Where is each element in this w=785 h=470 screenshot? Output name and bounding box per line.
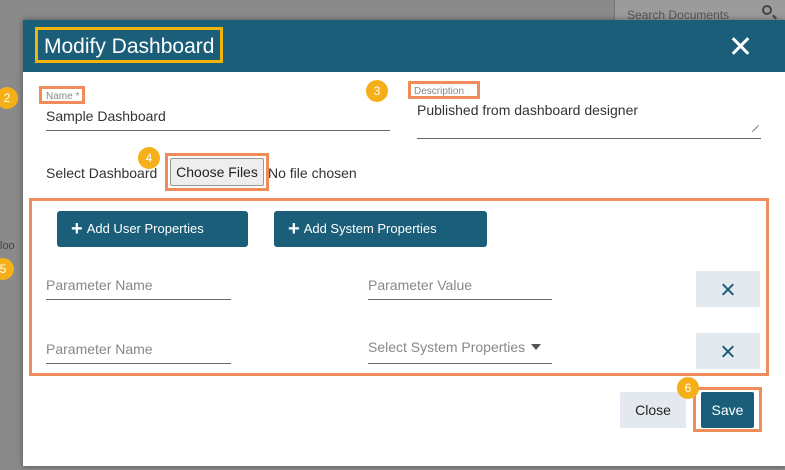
name-field-underline	[46, 130, 390, 131]
callout-badge-3: 3	[366, 80, 388, 102]
parameter-value-input[interactable]: Parameter Value	[368, 277, 472, 293]
select-dashboard-label: Select Dashboard	[46, 165, 158, 181]
description-label: Description	[414, 86, 465, 97]
description-underline	[417, 138, 761, 139]
chevron-down-icon	[531, 344, 542, 350]
system-properties-underline	[368, 363, 552, 364]
plus-icon: +	[288, 218, 300, 240]
name-field[interactable]: Sample Dashboard	[46, 108, 166, 124]
add-system-properties-label: Add System Properties	[303, 221, 437, 236]
add-user-properties-button[interactable]: + Add User Properties	[57, 211, 248, 247]
parameter-name-input-1[interactable]: Parameter Name	[46, 277, 153, 293]
name-label: Name *	[46, 91, 80, 102]
dialog-header: Modify Dashboard	[23, 20, 785, 72]
parameter-value-underline	[368, 299, 552, 300]
parameter-name-underline-1	[46, 299, 231, 300]
remove-row-1-button[interactable]	[696, 271, 760, 307]
system-properties-select[interactable]: Select System Properties	[368, 339, 542, 355]
save-button[interactable]: Save	[701, 392, 754, 428]
parameter-name-underline-2	[46, 363, 231, 364]
system-properties-select-label: Select System Properties	[368, 339, 526, 355]
choose-files-button[interactable]: Choose Files	[170, 158, 264, 186]
resize-handle-icon[interactable]	[751, 125, 759, 133]
add-user-properties-label: Add User Properties	[86, 221, 204, 236]
description-field[interactable]: Published from dashboard designer	[417, 102, 638, 118]
add-system-properties-button[interactable]: + Add System Properties	[274, 211, 487, 247]
close-button[interactable]: Close	[620, 392, 686, 428]
modify-dashboard-dialog: Modify Dashboard Name * Sample Dashboard…	[23, 20, 785, 466]
search-icon	[762, 5, 772, 15]
parameter-name-input-2[interactable]: Parameter Name	[46, 341, 153, 357]
callout-badge-4: 4	[138, 147, 160, 169]
no-file-text: No file chosen	[268, 165, 357, 181]
plus-icon: +	[71, 218, 83, 240]
background-side-text: loo	[0, 240, 15, 252]
callout-badge-6: 6	[677, 377, 699, 399]
dialog-title: Modify Dashboard	[35, 27, 224, 63]
remove-row-2-button[interactable]	[696, 333, 760, 369]
close-icon[interactable]	[729, 35, 751, 57]
